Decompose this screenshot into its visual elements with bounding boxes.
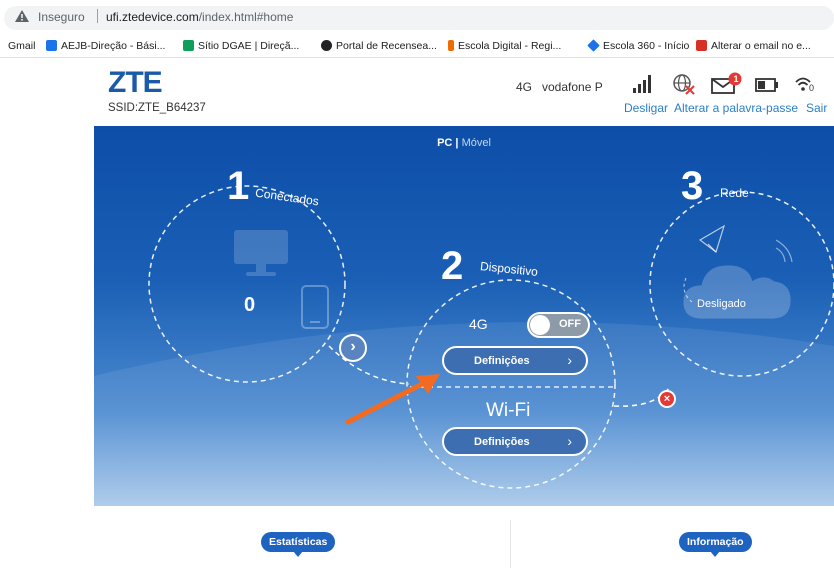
- bookmark-label: Gmail: [8, 40, 36, 52]
- bookmark-gmail[interactable]: Gmail: [8, 40, 35, 52]
- toggle-knob: [530, 315, 550, 335]
- bookmark-aejb[interactable]: AEJB-Direção - Bási...: [46, 40, 165, 52]
- mobile-network-label: 4G: [469, 316, 488, 332]
- bookmark-label: Escola Digital - Regi...: [458, 40, 562, 52]
- step2-number: 2: [441, 244, 464, 288]
- wifi-clients-count: 0: [809, 83, 815, 93]
- bottom-section: Estatísticas Informação: [94, 506, 834, 568]
- bookmark-label: Escola 360 - Início: [603, 40, 690, 52]
- dgae-icon: [183, 40, 194, 51]
- mail-icon[interactable]: [711, 72, 747, 94]
- url-path: /index.html#home: [198, 10, 294, 24]
- wifi-label: Wi-Fi: [486, 400, 531, 421]
- bookmark-label: Sítio DGAE | Direçã...: [198, 40, 300, 52]
- bookmark-alterar-email[interactable]: Alterar o email no e...: [696, 40, 811, 52]
- zte-logo: ZTE: [108, 66, 163, 99]
- view-mobile-link[interactable]: Móvel: [462, 137, 491, 149]
- annotation-arrow-icon: [345, 374, 440, 425]
- battery-icon: [755, 78, 778, 92]
- diamond-icon: [587, 39, 600, 52]
- address-divider: [97, 9, 98, 23]
- view-pc-link[interactable]: PC: [437, 137, 452, 149]
- step1-number: 1: [227, 164, 250, 208]
- tab-statistics[interactable]: Estatísticas: [261, 532, 336, 557]
- globe-disconnected-icon: [673, 74, 695, 95]
- url-text[interactable]: ufi.ztedevice.com/index.html#home: [106, 10, 293, 24]
- browser-address-bar: Inseguro ufi.ztedevice.com/index.html#ho…: [0, 0, 834, 34]
- disconnect-link[interactable]: Desligar: [624, 101, 668, 115]
- bookmark-label: Alterar o email no e...: [711, 40, 811, 52]
- bookmark-portal[interactable]: Portal de Recensea...: [321, 40, 437, 52]
- dashboard-panel: PC | Móvel 1 Conectados 0 › 2 Dispositiv…: [94, 126, 834, 506]
- url-host: ufi.ztedevice.com: [106, 10, 199, 24]
- view-separator: |: [455, 137, 459, 149]
- bookmark-label: Portal de Recensea...: [336, 40, 437, 52]
- change-password-link[interactable]: Alterar a palavra-passe: [674, 101, 798, 115]
- step3-label: Rede: [720, 186, 749, 200]
- network-type: 4G: [516, 80, 533, 94]
- warning-icon[interactable]: [14, 9, 30, 23]
- monitor-icon: [234, 230, 288, 276]
- gmail-m-icon: [696, 40, 707, 51]
- button-label: Definições: [474, 355, 530, 367]
- view-switch: PC | Móvel: [94, 137, 834, 149]
- button-label: Definições: [474, 436, 530, 448]
- bookmarks-bar: Gmail AEJB-Direção - Bási... Sítio DGAE …: [0, 34, 834, 58]
- mail-badge-count: 1: [733, 74, 739, 84]
- cloud-network-icon: [683, 224, 793, 319]
- calendar-icon: [46, 40, 57, 51]
- tab-information[interactable]: Informação: [679, 532, 752, 557]
- connected-devices-button[interactable]: ›: [339, 334, 367, 362]
- toggle-state: OFF: [559, 318, 581, 330]
- globe-icon: [321, 40, 332, 51]
- wifi-settings-button[interactable]: Definições ›: [442, 427, 588, 456]
- disconnected-error-icon: ×: [658, 390, 676, 408]
- connected-count: 0: [244, 294, 256, 316]
- logout-link[interactable]: Sair: [806, 101, 827, 115]
- escola-digital-icon: [448, 40, 454, 51]
- step3-number: 3: [681, 164, 704, 208]
- ssid-label: SSID:ZTE_B64237: [108, 102, 206, 114]
- signal-bars-icon: [633, 75, 651, 93]
- mobile-data-toggle[interactable]: OFF: [527, 312, 590, 338]
- phone-icon: [301, 285, 329, 329]
- bookmark-dgae[interactable]: Sítio DGAE | Direçã...: [183, 40, 299, 52]
- network-status: Desligado: [697, 298, 746, 310]
- insecure-label[interactable]: Inseguro: [38, 10, 85, 24]
- chevron-right-icon: ›: [567, 433, 572, 449]
- bookmark-label: AEJB-Direção - Bási...: [61, 40, 166, 52]
- network-settings-button[interactable]: Definições ›: [442, 346, 588, 375]
- chevron-right-icon: ›: [567, 352, 572, 368]
- section-divider: [510, 520, 511, 568]
- router-header: ZTE SSID:ZTE_B64237 4G vodafone P 1 0 De…: [94, 58, 834, 126]
- carrier-name: vodafone P: [542, 80, 603, 94]
- bookmark-escola360[interactable]: Escola 360 - Início: [587, 39, 690, 52]
- bookmark-escola-digital[interactable]: Escola Digital - Regi...: [448, 40, 561, 52]
